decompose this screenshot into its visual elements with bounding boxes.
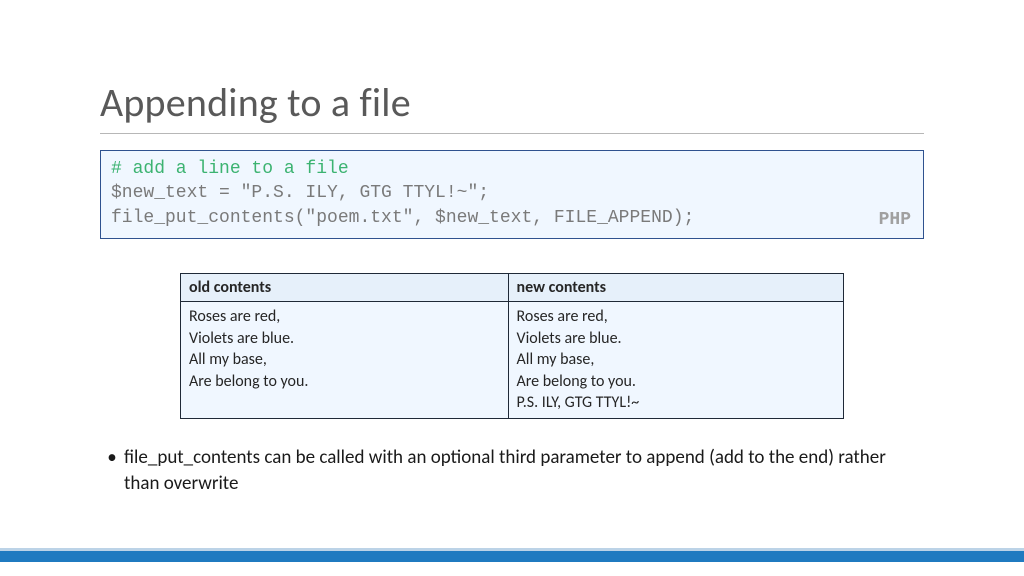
table-cell-new: Roses are red,Violets are blue.All my ba… xyxy=(508,302,843,419)
bullet-dot-icon: • xyxy=(100,445,124,496)
bullet-list: • file_put_contents can be called with a… xyxy=(100,445,924,496)
table-row: Roses are red,Violets are blue.All my ba… xyxy=(181,302,844,419)
bullet-text: file_put_contents can be called with an … xyxy=(124,445,924,496)
page-title: Appending to a file xyxy=(100,78,924,134)
code-block: # add a line to a file $new_text = "P.S.… xyxy=(100,150,924,239)
table-header-old: old contents xyxy=(181,274,509,302)
code-line: file_put_contents("poem.txt", $new_text,… xyxy=(111,206,913,230)
code-line: $new_text = "P.S. ILY, GTG TTYL!~"; xyxy=(111,181,913,205)
code-language-label: PHP xyxy=(879,208,911,232)
table-header-new: new contents xyxy=(508,274,843,302)
list-item: • file_put_contents can be called with a… xyxy=(100,445,924,496)
table-row: old contents new contents xyxy=(181,274,844,302)
code-comment: # add a line to a file xyxy=(111,157,913,181)
contents-table: old contents new contents Roses are red,… xyxy=(180,273,844,419)
footer-accent-bar xyxy=(0,548,1024,562)
table-cell-old: Roses are red,Violets are blue.All my ba… xyxy=(181,302,509,419)
